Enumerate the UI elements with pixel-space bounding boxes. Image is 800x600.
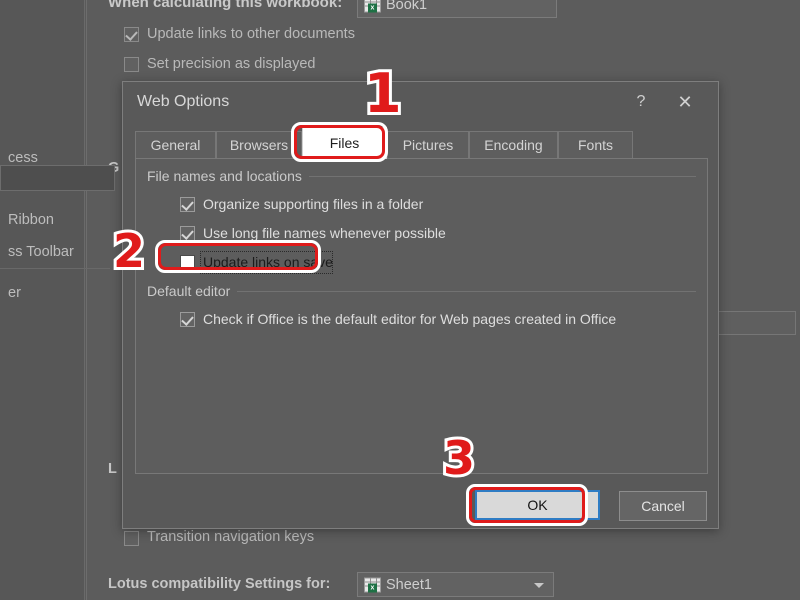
lotus-sheet-combo[interactable]: x Sheet1 <box>357 572 554 597</box>
excel-sheet-icon: x <box>364 577 381 592</box>
ok-button[interactable]: OK <box>475 490 600 520</box>
checkbox-check-default-editor[interactable] <box>180 312 195 327</box>
checkbox-organize-supporting-files[interactable] <box>180 197 195 212</box>
bg-checkbox-label-set-precision: Set precision as displayed <box>147 56 316 72</box>
sidebar-item-selected[interactable] <box>0 165 115 191</box>
help-icon[interactable]: ? <box>626 90 656 114</box>
bg-checkbox-set-precision[interactable] <box>124 57 139 72</box>
bg-checkbox-update-links[interactable] <box>124 27 139 42</box>
sidebar-item-center[interactable]: er <box>0 280 115 306</box>
dialog-tab-strip: General Browsers Files Pictures Encoding… <box>135 127 708 159</box>
checkbox-use-long-file-names[interactable] <box>180 226 195 241</box>
sidebar-item-quick-access-toolbar[interactable]: ss Toolbar <box>0 239 115 265</box>
dialog-title-bar: Web Options ? ✕ <box>123 82 718 122</box>
calculation-section-heading: When calculating this workbook: <box>108 0 343 11</box>
excel-sheet-icon: x <box>364 0 381 13</box>
annotation-marker-2: 2 <box>110 224 148 278</box>
checkbox-update-links-on-save[interactable] <box>180 255 195 270</box>
bg-group-lotus-label: L <box>108 461 117 477</box>
bg-checkbox-label-update-links: Update links to other documents <box>147 26 355 42</box>
cancel-button[interactable]: Cancel <box>619 491 707 521</box>
screen-root: When calculating this workbook: x Book1 … <box>0 0 800 600</box>
tab-general[interactable]: General <box>135 131 216 158</box>
files-tab-panel: File names and locations Organize suppor… <box>135 158 708 474</box>
tab-fonts[interactable]: Fonts <box>558 131 633 158</box>
workbook-combo[interactable]: x Book1 <box>357 0 557 18</box>
lotus-settings-label: Lotus compatibility Settings for: <box>108 576 331 592</box>
group-label-file-names: File names and locations <box>147 168 309 184</box>
option-label-update-links-on-save: Update links on save <box>203 254 333 270</box>
option-label-use-long-file-names: Use long file names whenever possible <box>203 225 446 241</box>
sidebar-divider <box>0 268 110 269</box>
bg-text-field[interactable] <box>716 311 796 335</box>
lotus-sheet-combo-value: Sheet1 <box>386 576 432 593</box>
bg-checkbox-transition-nav[interactable] <box>124 531 139 546</box>
annotation-marker-3: 3 <box>440 431 478 485</box>
tab-encoding[interactable]: Encoding <box>469 131 558 158</box>
dialog-title: Web Options <box>137 93 230 110</box>
group-label-default-editor: Default editor <box>147 283 238 299</box>
annotation-marker-1: 1 <box>361 62 405 125</box>
close-icon[interactable]: ✕ <box>670 90 700 114</box>
option-label-check-default-editor: Check if Office is the default editor fo… <box>203 311 617 327</box>
bg-checkbox-label-transition-nav: Transition navigation keys <box>147 529 315 545</box>
tab-files[interactable]: Files <box>302 127 387 159</box>
web-options-dialog: Web Options ? ✕ General Browsers Files P… <box>122 81 719 529</box>
chevron-down-icon <box>534 582 544 588</box>
sidebar-item-ribbon[interactable]: Ribbon <box>0 207 115 233</box>
option-label-organize-supporting-files: Organize supporting files in a folder <box>203 196 424 212</box>
tab-browsers[interactable]: Browsers <box>216 131 302 158</box>
tab-pictures[interactable]: Pictures <box>387 131 469 158</box>
workbook-combo-value: Book1 <box>386 0 428 13</box>
